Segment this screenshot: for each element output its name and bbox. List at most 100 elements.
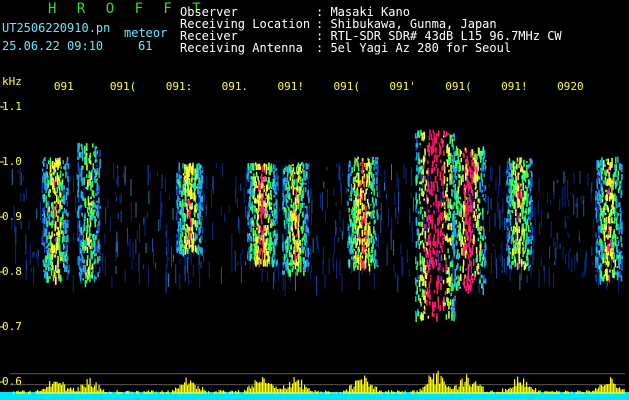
echo-pixel	[291, 228, 294, 232]
echo-pixel	[270, 238, 272, 246]
echo-pixel	[50, 210, 53, 217]
echo-pixel	[457, 283, 459, 291]
echo-pixel	[448, 288, 450, 291]
echo-pixel	[621, 210, 623, 214]
echo-pixel	[482, 212, 484, 220]
echo-pixel	[415, 143, 417, 148]
echo-pixel	[445, 190, 447, 197]
noise-streak	[591, 246, 593, 256]
noise-streak	[310, 214, 312, 226]
echo-pixel	[60, 166, 62, 169]
echo-pixel	[481, 285, 483, 289]
echo-pixel	[447, 214, 449, 218]
echo-pixel	[196, 186, 198, 189]
echo-pixel	[618, 252, 621, 255]
echo-pixel	[45, 228, 48, 235]
power-trace-bar	[269, 384, 271, 394]
echo-pixel	[434, 303, 437, 309]
echo-pixel	[478, 213, 480, 219]
echo-pixel	[440, 212, 442, 220]
echo-pixel	[451, 170, 453, 179]
power-trace-bar	[67, 388, 69, 394]
echo-pixel	[448, 290, 450, 294]
echo-pixel	[473, 258, 475, 266]
echo-pixel	[282, 270, 284, 275]
echo-pixel	[302, 211, 304, 218]
noise-streak	[312, 238, 314, 253]
power-trace-bar	[296, 380, 298, 394]
echo-pixel	[306, 243, 308, 252]
echo-pixel	[475, 208, 477, 212]
echo-pixel	[365, 236, 367, 243]
echo-pixel	[265, 164, 268, 169]
echo-pixel	[460, 274, 462, 281]
noise-streak	[165, 263, 167, 285]
echo-pixel	[365, 205, 367, 213]
echo-pixel	[421, 221, 423, 227]
echo-pixel	[519, 157, 521, 162]
echo-pixel	[366, 163, 368, 170]
echo-pixel	[449, 301, 452, 306]
echo-pixel	[184, 246, 186, 250]
echo-pixel	[428, 135, 431, 141]
noise-streak	[391, 164, 392, 181]
echo-pixel	[353, 164, 356, 172]
echo-pixel	[463, 248, 465, 256]
echo-pixel	[621, 243, 623, 248]
echo-pixel	[466, 159, 469, 164]
echo-pixel	[62, 160, 64, 165]
echo-pixel	[451, 304, 454, 308]
echo-pixel	[453, 189, 455, 193]
echo-pixel	[182, 199, 184, 204]
echo-pixel	[431, 168, 434, 174]
echo-pixel	[433, 290, 436, 293]
noise-streak	[124, 174, 126, 183]
echo-pixel	[292, 163, 294, 167]
echo-pixel	[439, 263, 441, 271]
echo-pixel	[193, 193, 196, 201]
echo-pixel	[53, 180, 56, 186]
echo-pixel	[466, 217, 468, 223]
echo-pixel	[264, 225, 267, 229]
echo-pixel	[192, 238, 194, 243]
echo-pixel	[438, 214, 440, 221]
echo-pixel	[428, 209, 430, 213]
echo-pixel	[178, 175, 181, 183]
echo-pixel	[96, 204, 99, 211]
noise-streak	[295, 271, 296, 291]
echo-pixel	[476, 211, 478, 215]
echo-pixel	[201, 215, 203, 222]
echo-pixel	[88, 160, 91, 164]
echo-pixel	[266, 202, 268, 208]
echo-pixel	[514, 170, 517, 177]
echo-pixel	[55, 265, 57, 272]
echo-pixel	[620, 237, 623, 242]
echo-pixel	[175, 214, 178, 220]
echo-pixel	[609, 182, 611, 187]
echo-pixel	[77, 161, 80, 170]
echo-pixel	[436, 280, 438, 287]
echo-pixel	[60, 277, 63, 281]
echo-pixel	[375, 237, 378, 241]
echo-pixel	[450, 261, 452, 266]
noise-streak	[284, 277, 286, 297]
echo-pixel	[520, 258, 523, 267]
echo-pixel	[448, 169, 450, 173]
power-trace-bar	[149, 392, 151, 394]
noise-streak	[308, 177, 309, 189]
noise-streak	[430, 174, 432, 180]
echo-pixel	[283, 178, 286, 184]
echo-pixel	[292, 167, 295, 172]
echo-pixel	[369, 169, 371, 173]
echo-pixel	[366, 181, 368, 185]
noise-streak	[161, 174, 163, 189]
echo-pixel	[256, 185, 259, 188]
echo-pixel	[256, 174, 258, 178]
echo-pixel	[520, 236, 522, 241]
echo-pixel	[191, 183, 194, 188]
echo-pixel	[298, 234, 300, 239]
echo-pixel	[472, 215, 475, 218]
echo-pixel	[526, 242, 528, 245]
echo-pixel	[295, 211, 297, 216]
echo-pixel	[99, 205, 101, 209]
